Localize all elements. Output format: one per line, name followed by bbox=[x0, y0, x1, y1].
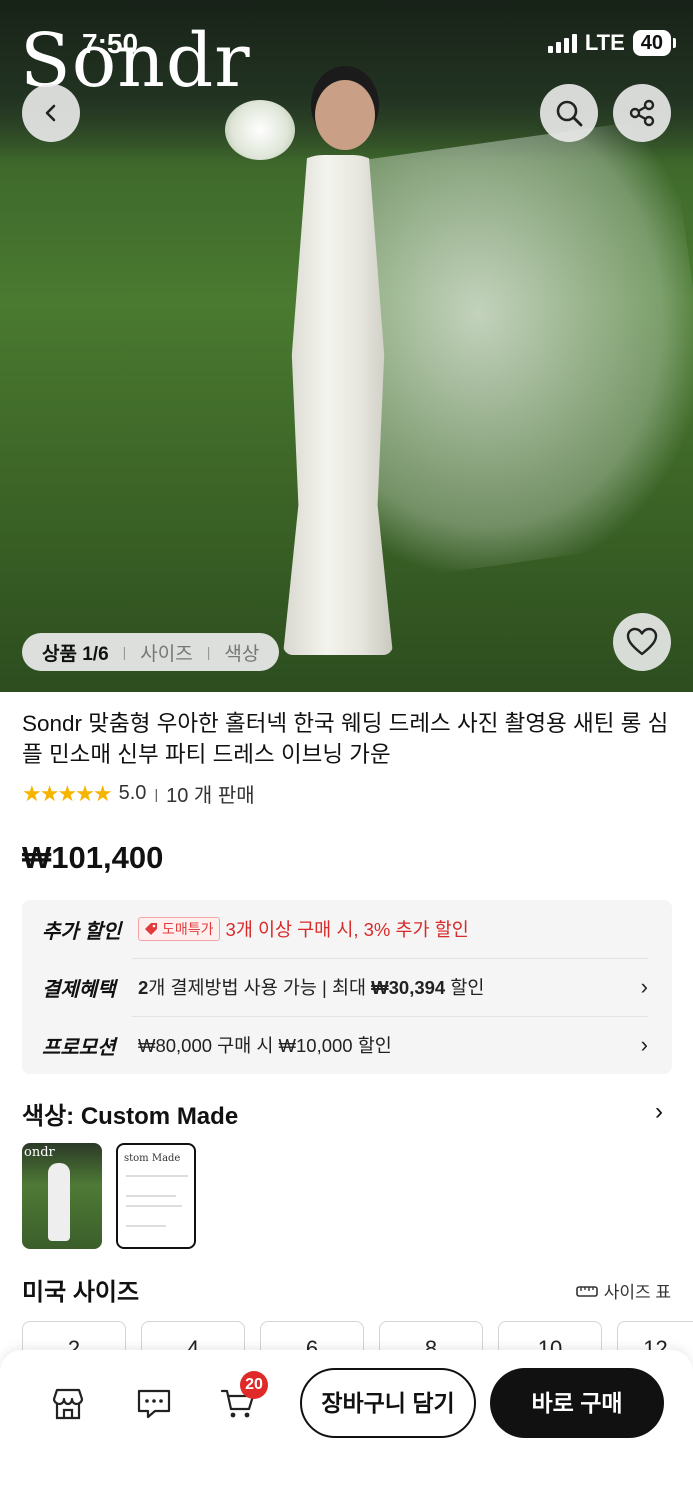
chevron-right-icon: › bbox=[640, 1032, 648, 1057]
color-heading: 색상: Custom Made bbox=[22, 1103, 239, 1130]
rating-row[interactable]: ★★★★★ 5.0 | 10 개 판매 bbox=[22, 779, 255, 808]
network-label: LTE bbox=[584, 30, 625, 55]
signal-icon bbox=[547, 33, 577, 53]
store-icon bbox=[52, 1388, 84, 1420]
status-indicators: LTE 40 bbox=[547, 30, 677, 56]
wholesale-tag: 도매특가 bbox=[138, 917, 220, 941]
chat-button[interactable] bbox=[134, 1384, 174, 1424]
store-button[interactable] bbox=[48, 1384, 88, 1424]
payment-benefit-row[interactable]: 결제혜택 2개 결제방법 사용 가능 | 최대 ₩30,394 할인 › bbox=[42, 958, 648, 1016]
gallery-tab-size[interactable]: 사이즈 bbox=[140, 639, 192, 666]
search-button[interactable] bbox=[540, 84, 598, 142]
product-image-hero[interactable]: Sondr 7:50 LTE 40 상품 1/6 | 사이즈 | 색상 bbox=[0, 0, 693, 692]
promotion-row[interactable]: 프로모션 ₩80,000 구매 시 ₩10,000 할인 › bbox=[42, 1016, 648, 1074]
share-icon bbox=[629, 99, 655, 127]
benefits-box: 추가 할인 도매특가 3개 이상 구매 시, 3% 추가 할인 결제혜택 2개 … bbox=[22, 900, 672, 1074]
chat-icon bbox=[137, 1389, 171, 1419]
status-time: 7:50 bbox=[82, 28, 139, 59]
chevron-right-icon: › bbox=[640, 974, 648, 999]
wholesale-tag-label: 도매특가 bbox=[162, 921, 214, 937]
extra-discount-text: 3개 이상 구매 시, 3% 추가 할인 bbox=[225, 919, 469, 940]
wishlist-button[interactable] bbox=[613, 613, 671, 671]
add-to-cart-button[interactable]: 장바구니 담기 bbox=[300, 1368, 476, 1438]
search-icon bbox=[556, 100, 583, 127]
extra-discount-label: 추가 할인 bbox=[42, 920, 122, 943]
rating-value: 5.0 bbox=[118, 782, 147, 804]
share-button[interactable] bbox=[613, 84, 671, 142]
payment-benefit-label: 결제혜택 bbox=[42, 978, 116, 1001]
payment-benefit-text: 2개 결제방법 사용 가능 | 최대 ₩30,394 할인 bbox=[138, 977, 485, 998]
buy-now-button[interactable]: 바로 구매 bbox=[490, 1368, 664, 1438]
promotion-text: ₩80,000 구매 시 ₩10,000 할인 bbox=[138, 1035, 392, 1056]
sold-count: 10 개 판매 bbox=[166, 785, 255, 807]
star-rating-icon: ★★★★★ bbox=[22, 780, 113, 806]
cart-count-badge: 20 bbox=[240, 1371, 268, 1399]
bottom-action-bar: 20 장바구니 담기 바로 구매 bbox=[0, 1350, 693, 1500]
thumb-figure bbox=[48, 1163, 70, 1241]
color-chevron-right-icon[interactable]: › bbox=[655, 1098, 663, 1126]
product-price: ₩101,400 bbox=[22, 840, 164, 875]
extra-discount-row: 추가 할인 도매특가 3개 이상 구매 시, 3% 추가 할인 bbox=[42, 900, 648, 958]
back-button[interactable] bbox=[22, 84, 80, 142]
gallery-separator: | bbox=[206, 644, 211, 660]
battery-icon: 40 bbox=[632, 30, 677, 56]
chevron-left-icon bbox=[45, 104, 56, 122]
gallery-tab-product[interactable]: 상품 1/6 bbox=[42, 639, 109, 666]
gallery-separator: | bbox=[122, 644, 127, 660]
bouquet-image bbox=[225, 100, 295, 160]
heart-icon bbox=[626, 627, 658, 656]
size-heading: 미국 사이즈 bbox=[22, 1279, 140, 1306]
color-option-custom-made[interactable]: stom Made bbox=[116, 1143, 196, 1249]
thumb-brand-text: ondr bbox=[24, 1145, 55, 1160]
thumb-custom-text: stom Made bbox=[124, 1153, 181, 1164]
gallery-tab-color[interactable]: 색상 bbox=[224, 639, 259, 666]
size-chart-label: 사이즈 표 bbox=[603, 1283, 671, 1302]
ruler-icon bbox=[575, 1285, 598, 1297]
rating-separator: | bbox=[154, 785, 159, 802]
size-chart-link[interactable]: 사이즈 표 bbox=[575, 1278, 671, 1303]
gallery-tabs: 상품 1/6 | 사이즈 | 색상 bbox=[22, 633, 280, 671]
color-option-photo[interactable]: ondr bbox=[22, 1143, 102, 1249]
tag-icon bbox=[145, 923, 157, 935]
product-title: Sondr 맞춤형 우아한 홀터넥 한국 웨딩 드레스 사진 촬영용 새틴 롱 … bbox=[22, 711, 669, 767]
model-figure bbox=[255, 80, 405, 655]
promotion-label: 프로모션 bbox=[42, 1036, 116, 1059]
